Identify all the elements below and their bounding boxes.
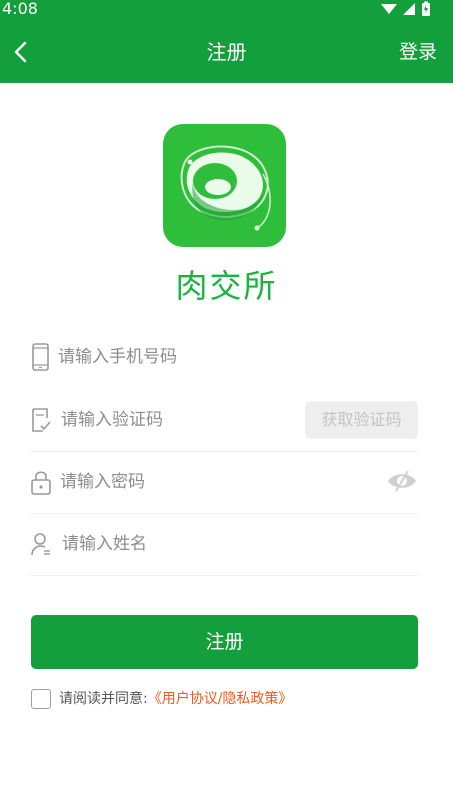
app-logo	[163, 124, 286, 247]
login-link[interactable]: 登录	[399, 38, 437, 66]
user-icon	[31, 533, 50, 556]
code-input[interactable]	[61, 404, 291, 436]
eye-off-icon[interactable]	[386, 469, 418, 493]
get-code-button[interactable]: 获取验证码	[305, 401, 418, 439]
signal-icon	[403, 3, 415, 15]
phone-input[interactable]	[58, 341, 378, 373]
page-title: 注册	[206, 40, 247, 64]
agreement-checkbox[interactable]	[31, 689, 51, 709]
divider	[30, 575, 418, 576]
password-row	[30, 452, 418, 514]
name-input[interactable]	[62, 528, 362, 560]
wifi-icon	[381, 4, 397, 14]
lock-icon	[31, 471, 51, 495]
status-bar: 4:08	[0, 0, 453, 22]
app-bar: 注册 登录	[0, 22, 453, 83]
agreement-link[interactable]: 《用户协议/隐私政策》	[148, 691, 293, 707]
agreement-text: 请阅读并同意:《用户协议/隐私政策》	[59, 688, 292, 710]
verification-icon	[32, 408, 51, 432]
app-name: 肉交所	[175, 267, 278, 305]
register-button[interactable]: 注册	[31, 615, 418, 669]
phone-row	[30, 327, 418, 389]
code-row: 获取验证码	[30, 390, 418, 452]
agreement-prefix: 请阅读并同意:	[59, 691, 148, 707]
phone-icon	[32, 343, 49, 371]
status-icons	[381, 1, 430, 16]
status-time: 4:08	[2, 0, 38, 18]
name-row	[30, 514, 418, 576]
password-input[interactable]	[60, 466, 360, 498]
